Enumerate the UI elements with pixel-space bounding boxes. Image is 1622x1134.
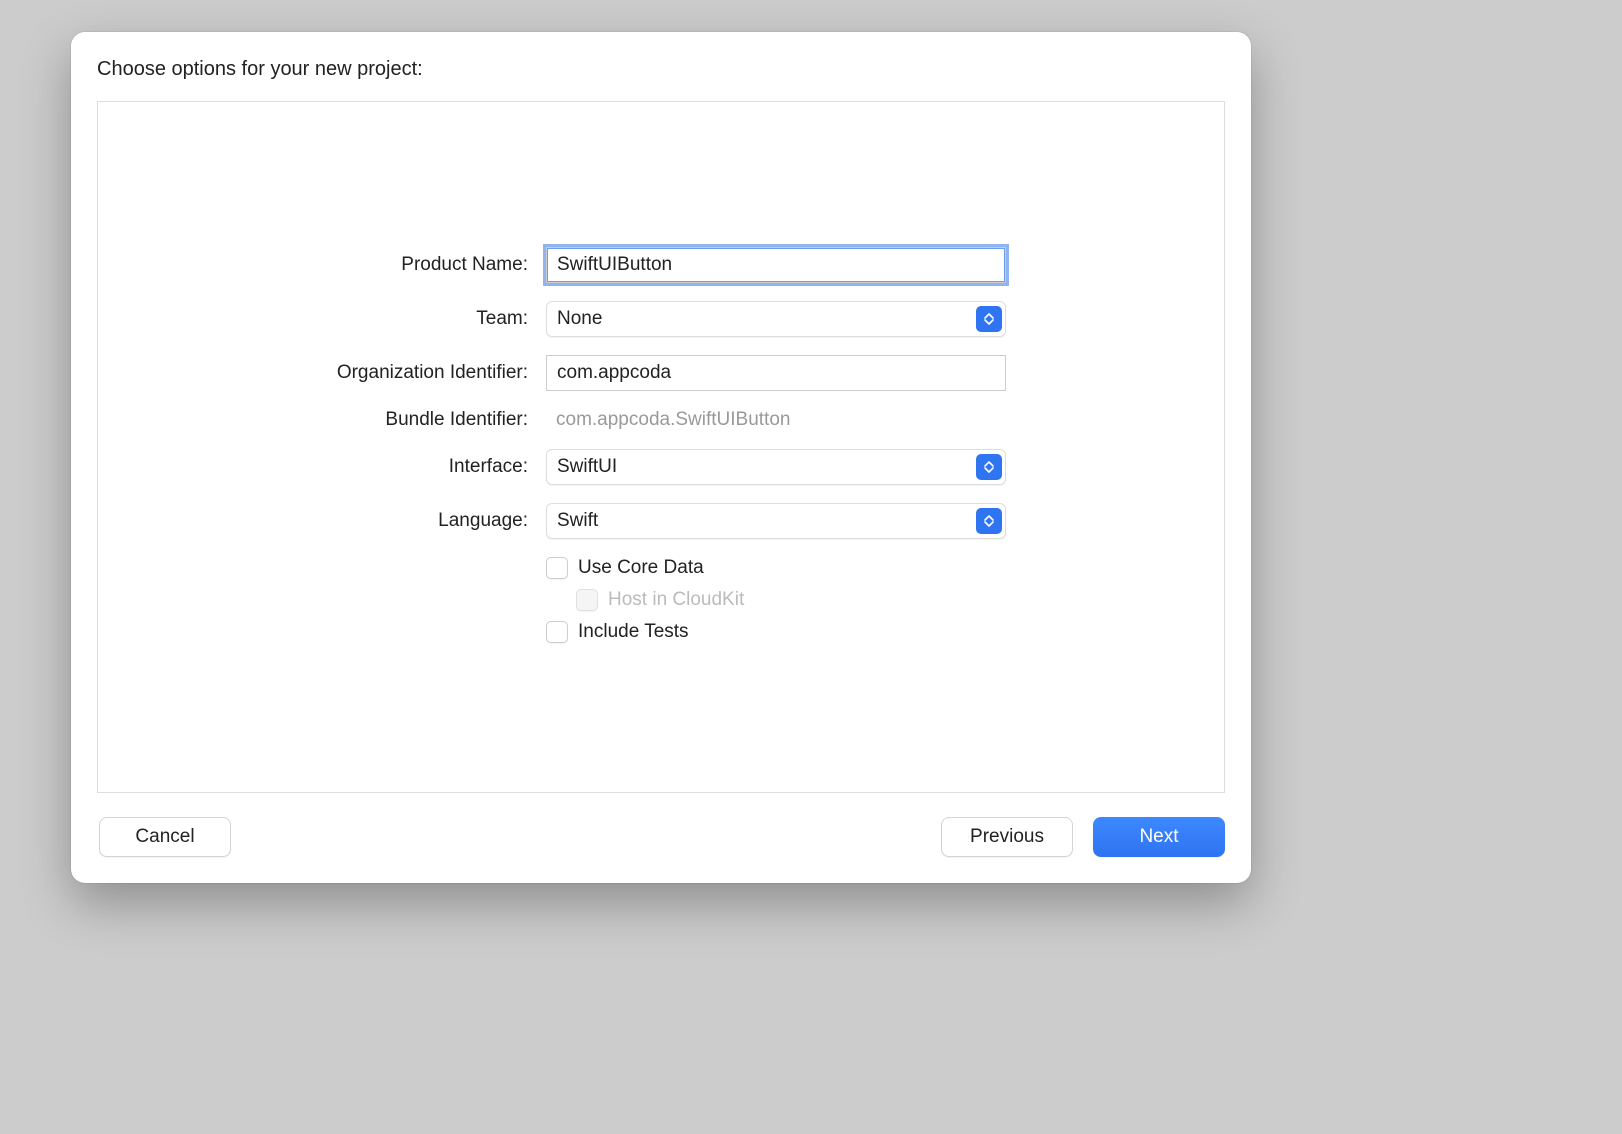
previous-button[interactable]: Previous — [941, 817, 1073, 857]
bundle-identifier-label: Bundle Identifier: — [98, 409, 528, 431]
team-select-value: None — [557, 308, 602, 330]
chevron-up-down-icon — [976, 508, 1002, 534]
use-core-data-checkbox[interactable] — [546, 557, 568, 579]
include-tests-label: Include Tests — [578, 621, 689, 643]
org-identifier-label: Organization Identifier: — [98, 362, 528, 384]
team-label: Team: — [98, 308, 528, 330]
product-name-label: Product Name: — [98, 254, 528, 276]
options-checkboxes: Use Core Data Host in CloudKit Include T… — [546, 557, 1006, 643]
new-project-options-dialog: Choose options for your new project: Pro… — [71, 32, 1251, 883]
org-identifier-input[interactable] — [546, 355, 1006, 391]
language-select-value: Swift — [557, 510, 598, 532]
form: Product Name: Team: None Organization Id… — [98, 247, 1224, 643]
language-select[interactable]: Swift — [546, 503, 1006, 539]
bundle-identifier-value: com.appcoda.SwiftUIButton — [546, 409, 1006, 431]
product-name-input[interactable] — [546, 247, 1006, 283]
dialog-footer: Cancel Previous Next — [97, 817, 1225, 857]
dialog-title: Choose options for your new project: — [97, 58, 1225, 81]
host-cloudkit-checkbox — [576, 589, 598, 611]
chevron-up-down-icon — [976, 306, 1002, 332]
interface-select[interactable]: SwiftUI — [546, 449, 1006, 485]
team-select[interactable]: None — [546, 301, 1006, 337]
language-label: Language: — [98, 510, 528, 532]
next-button[interactable]: Next — [1093, 817, 1225, 857]
include-tests-checkbox[interactable] — [546, 621, 568, 643]
host-cloudkit-label: Host in CloudKit — [608, 589, 744, 611]
use-core-data-label: Use Core Data — [578, 557, 704, 579]
interface-label: Interface: — [98, 456, 528, 478]
content-area: Product Name: Team: None Organization Id… — [97, 101, 1225, 793]
cancel-button[interactable]: Cancel — [99, 817, 231, 857]
interface-select-value: SwiftUI — [557, 456, 617, 478]
chevron-up-down-icon — [976, 454, 1002, 480]
